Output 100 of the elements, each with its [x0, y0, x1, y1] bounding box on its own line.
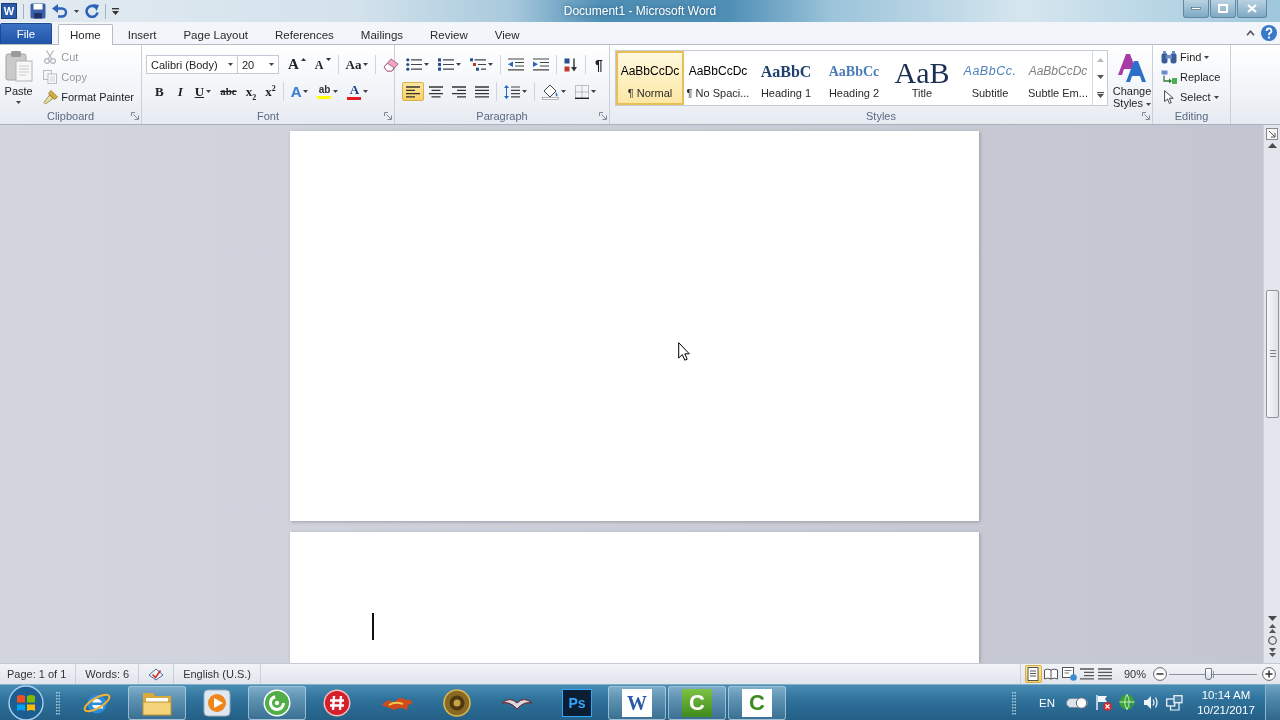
customize-icon[interactable] [112, 7, 119, 15]
ribbon-tab[interactable]: View [482, 24, 532, 44]
play-icon [203, 688, 231, 717]
taskbar-button[interactable]: Ps [548, 685, 606, 720]
previous-page-icon[interactable] [1268, 624, 1276, 633]
view-button[interactable] [1042, 665, 1060, 683]
dialog-launcher-icon[interactable] [131, 112, 139, 120]
dialog-launcher-icon[interactable] [1142, 112, 1150, 120]
font-color-button[interactable]: A [343, 82, 373, 101]
shrink-font-button[interactable]: A [310, 55, 335, 74]
font-size-field[interactable]: 20 [237, 55, 279, 74]
scroll-thumb[interactable] [1266, 290, 1279, 418]
scroll-down-icon[interactable] [1096, 75, 1104, 79]
change-styles-button[interactable]: Change Styles [1110, 50, 1154, 110]
taskbar-button[interactable]: W [608, 685, 666, 720]
caret-icon[interactable] [74, 9, 79, 13]
strikethrough-button[interactable]: abc [216, 82, 241, 101]
format-painter-button[interactable]: Format Painter [38, 88, 141, 106]
taskbar-button[interactable] [128, 685, 186, 720]
dialog-launcher-icon[interactable] [599, 112, 607, 120]
clock-time[interactable]: 10:14 AM [1201, 687, 1251, 703]
caret-icon [228, 63, 233, 66]
chevron-up-icon[interactable] [1246, 30, 1255, 36]
ribbon-tab[interactable]: Review [418, 24, 480, 44]
view-button[interactable] [1078, 665, 1096, 683]
find-button[interactable]: Find [1157, 48, 1214, 66]
highlight-button[interactable]: ab [313, 82, 343, 101]
group-label: Font [257, 110, 279, 122]
ribbon-tab[interactable]: Mailings [348, 24, 416, 44]
ribbon-tab[interactable]: References [263, 24, 346, 44]
italic-button[interactable]: I [170, 82, 190, 101]
text-effects-button[interactable]: A [286, 82, 313, 101]
show-marks-button[interactable]: ¶ [589, 55, 609, 74]
underline-button[interactable]: U [190, 82, 216, 101]
close-button[interactable] [1237, 0, 1267, 18]
change-case-button[interactable]: Aa [341, 55, 373, 74]
ribbon-tab[interactable]: Page Layout [171, 24, 261, 44]
ruler-toggle-icon[interactable] [1266, 128, 1278, 140]
bold-button[interactable]: B [149, 82, 170, 101]
zoom-percent[interactable]: 90% [1113, 668, 1153, 680]
style-item[interactable]: AaB Title [888, 51, 956, 105]
subscript-button[interactable]: x$_{2}$ [241, 82, 261, 101]
speaker-icon[interactable] [1143, 695, 1159, 710]
scroll-down-icon[interactable] [1267, 616, 1277, 621]
align-center-icon [429, 85, 443, 98]
close-icon [1247, 4, 1257, 13]
proofing-icon[interactable] [148, 667, 165, 681]
ribbon-tab[interactable]: Insert [115, 24, 169, 44]
language-indicator[interactable]: EN [1035, 696, 1059, 709]
zoom-in-icon[interactable] [1262, 667, 1276, 681]
flag-icon[interactable] [1095, 694, 1112, 711]
scroll-up-icon[interactable] [1267, 143, 1277, 148]
save-icon[interactable] [30, 3, 46, 19]
view-button[interactable] [1024, 665, 1042, 683]
style-item[interactable]: AaBbCc Heading 2 [820, 51, 888, 105]
help-icon[interactable] [1261, 25, 1277, 41]
file-tab[interactable]: File [0, 23, 52, 44]
dialog-launcher-icon[interactable] [384, 112, 392, 120]
scissors-icon [44, 50, 57, 64]
print-layout-icon [1026, 667, 1041, 681]
network-icon[interactable] [1166, 694, 1183, 711]
style-item[interactable]: AaBbCcDc ¶ No Spaci... [684, 51, 752, 105]
undo-icon[interactable] [52, 4, 68, 18]
grow-font-button[interactable]: A [284, 55, 310, 74]
view-button[interactable] [1096, 665, 1114, 683]
zoom-out-icon[interactable] [1153, 667, 1167, 681]
paste-button[interactable]: Paste [2, 48, 36, 108]
globe-icon[interactable] [1119, 694, 1136, 711]
view-button[interactable] [1060, 665, 1078, 683]
taskbar-button[interactable] [248, 685, 306, 720]
redo-icon[interactable] [85, 4, 99, 18]
group-label: Styles [866, 110, 896, 122]
style-item[interactable]: AaBbCcDc ¶ Normal [616, 51, 684, 105]
next-page-icon[interactable] [1268, 648, 1276, 657]
taskbar-button[interactable]: C [728, 685, 786, 720]
superscript-button[interactable]: x$^{2}$ [261, 82, 280, 101]
web-layout-icon [1061, 667, 1077, 681]
grip-icon [1012, 690, 1016, 715]
style-item[interactable]: AaBbCc. Subtitle [956, 51, 1024, 105]
ribbon-tab[interactable]: Home [58, 24, 113, 45]
style-preview: AaBbCcDc [620, 63, 680, 81]
replace-button[interactable]: Replace [1157, 68, 1228, 86]
clock-date[interactable]: 10/21/2017 [1197, 702, 1255, 718]
style-name: Title [911, 87, 933, 99]
maximize-button[interactable] [1210, 0, 1236, 18]
align-left-button[interactable] [402, 82, 424, 101]
grip-icon [56, 690, 60, 715]
stacked-triangles-icon [1117, 53, 1147, 83]
select-button[interactable]: Select [1157, 88, 1223, 106]
toggle-icon[interactable] [1066, 696, 1088, 709]
more-icon[interactable] [1096, 92, 1104, 99]
draft-icon [1098, 668, 1113, 680]
style-item[interactable]: AaBbC Heading 1 [752, 51, 820, 105]
app-icon[interactable]: W [1, 3, 17, 19]
style-item[interactable]: AaBbCcDc Subtle Em... [1024, 51, 1092, 105]
browse-object-icon[interactable] [1267, 636, 1277, 645]
zoom-slider-thumb[interactable] [1205, 668, 1213, 680]
font-name-field[interactable]: Calibri (Body) [146, 55, 238, 74]
show-desktop-button[interactable] [1265, 684, 1280, 720]
line-spacing-icon [504, 84, 520, 99]
